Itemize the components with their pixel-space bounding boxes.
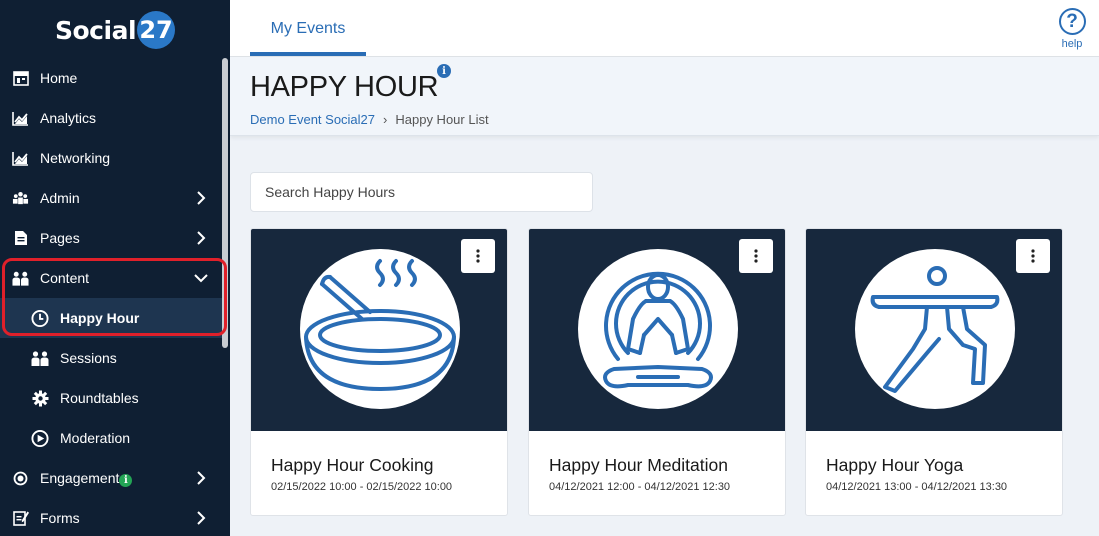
home-icon (12, 70, 29, 87)
happy-hour-card[interactable]: Happy Hour Meditation 04/12/2021 12:00 -… (528, 228, 786, 516)
card-menu-button[interactable] (461, 239, 495, 273)
sidebar-item-label: Engagement (40, 470, 120, 486)
sidebar-item-roundtables[interactable]: Roundtables (0, 378, 222, 418)
content-icon (12, 270, 29, 287)
sidebar-item-pages[interactable]: Pages (0, 218, 222, 258)
breadcrumb-separator: › (383, 112, 388, 127)
sidebar-item-label: Moderation (60, 430, 131, 446)
info-icon[interactable]: i (437, 64, 451, 78)
kebab-icon (1031, 249, 1035, 263)
yoga-icon (855, 249, 1015, 409)
card-menu-button[interactable] (1016, 239, 1050, 273)
forms-icon (12, 510, 29, 527)
chevron-right-icon (197, 471, 206, 485)
gear-icon (31, 389, 49, 407)
breadcrumb-current: Happy Hour List (395, 112, 489, 127)
page-header: HAPPY HOUR i Demo Event Social27 › Happy… (230, 57, 1099, 136)
chevron-down-icon (194, 274, 208, 283)
breadcrumb: Demo Event Social27 › Happy Hour List (250, 112, 489, 127)
help-icon: ? (1058, 8, 1086, 35)
sidebar-item-label: Roundtables (60, 390, 139, 406)
sidebar-item-label: Analytics (40, 110, 97, 126)
breadcrumb-parent-link[interactable]: Demo Event Social27 (250, 112, 375, 127)
card-image (529, 229, 785, 431)
sidebar-item-label: Content (40, 270, 90, 286)
card-date: 04/12/2021 12:00 - 04/12/2021 12:30 (549, 481, 731, 493)
analytics-icon (12, 110, 29, 127)
sidebar-item-home[interactable]: Home (0, 58, 222, 98)
info-badge-icon: i (119, 473, 133, 487)
sidebar-nav: Home Analytics Networking Admin Pages Co… (0, 58, 222, 536)
sessions-icon (31, 349, 49, 367)
sidebar-item-moderation[interactable]: Moderation (0, 418, 222, 458)
page-title: HAPPY HOUR (250, 71, 439, 103)
card-date: 02/15/2022 10:00 - 02/15/2022 10:00 (271, 481, 453, 493)
sidebar: Social 27 Home Analytics Networking Admi… (0, 0, 230, 536)
chevron-right-icon (197, 231, 206, 245)
happy-hour-card[interactable]: Happy Hour Cooking 02/15/2022 10:00 - 02… (250, 228, 508, 516)
sidebar-item-label: Home (40, 70, 78, 86)
card-image (251, 229, 507, 431)
sidebar-item-label: Happy Hour (60, 310, 140, 326)
chevron-right-icon (197, 191, 206, 205)
topbar: My Events ? help (230, 0, 1099, 57)
sidebar-item-label: Pages (40, 230, 80, 246)
sidebar-item-forms[interactable]: Forms (0, 498, 222, 536)
active-tab-indicator (250, 52, 366, 56)
sidebar-item-label: Forms (40, 510, 80, 526)
clock-icon (31, 309, 49, 327)
help-button[interactable]: ? help (1057, 8, 1087, 50)
search-input[interactable] (250, 172, 593, 212)
sidebar-item-admin[interactable]: Admin (0, 178, 222, 218)
sidebar-item-label: Sessions (60, 350, 117, 366)
cooking-pan-icon (300, 249, 460, 409)
card-menu-button[interactable] (739, 239, 773, 273)
sidebar-item-engagement[interactable]: Engagement i (0, 458, 222, 498)
tab-my-events[interactable]: My Events (250, 0, 366, 57)
sidebar-item-label: Networking (40, 150, 111, 166)
logo-number: 27 (137, 11, 176, 49)
meditation-icon (578, 249, 738, 409)
card-image (806, 229, 1062, 431)
card-title: Happy Hour Yoga (826, 455, 964, 475)
sidebar-item-networking[interactable]: Networking (0, 138, 222, 178)
sidebar-item-happy-hour[interactable]: Happy Hour (0, 298, 222, 338)
help-label: help (1061, 38, 1083, 50)
card-title: Happy Hour Cooking (271, 455, 434, 475)
engagement-icon (12, 470, 29, 487)
pages-icon (12, 230, 29, 247)
sidebar-scrollbar[interactable] (222, 58, 228, 348)
kebab-icon (476, 249, 480, 263)
chevron-right-icon (197, 511, 206, 525)
card-title: Happy Hour Meditation (549, 455, 728, 475)
sidebar-item-analytics[interactable]: Analytics (0, 98, 222, 138)
sidebar-item-sessions[interactable]: Sessions (0, 338, 222, 378)
logo-text: Social (55, 15, 137, 45)
card-date: 04/12/2021 13:00 - 04/12/2021 13:30 (826, 481, 1008, 493)
moderation-icon (31, 429, 49, 447)
networking-icon (12, 150, 29, 167)
admin-icon (12, 190, 29, 207)
sidebar-item-label: Admin (40, 190, 80, 206)
social27-logo[interactable]: Social 27 (55, 10, 176, 50)
happy-hour-card[interactable]: Happy Hour Yoga 04/12/2021 13:00 - 04/12… (805, 228, 1063, 516)
kebab-icon (754, 249, 758, 263)
sidebar-item-content[interactable]: Content (0, 258, 222, 298)
